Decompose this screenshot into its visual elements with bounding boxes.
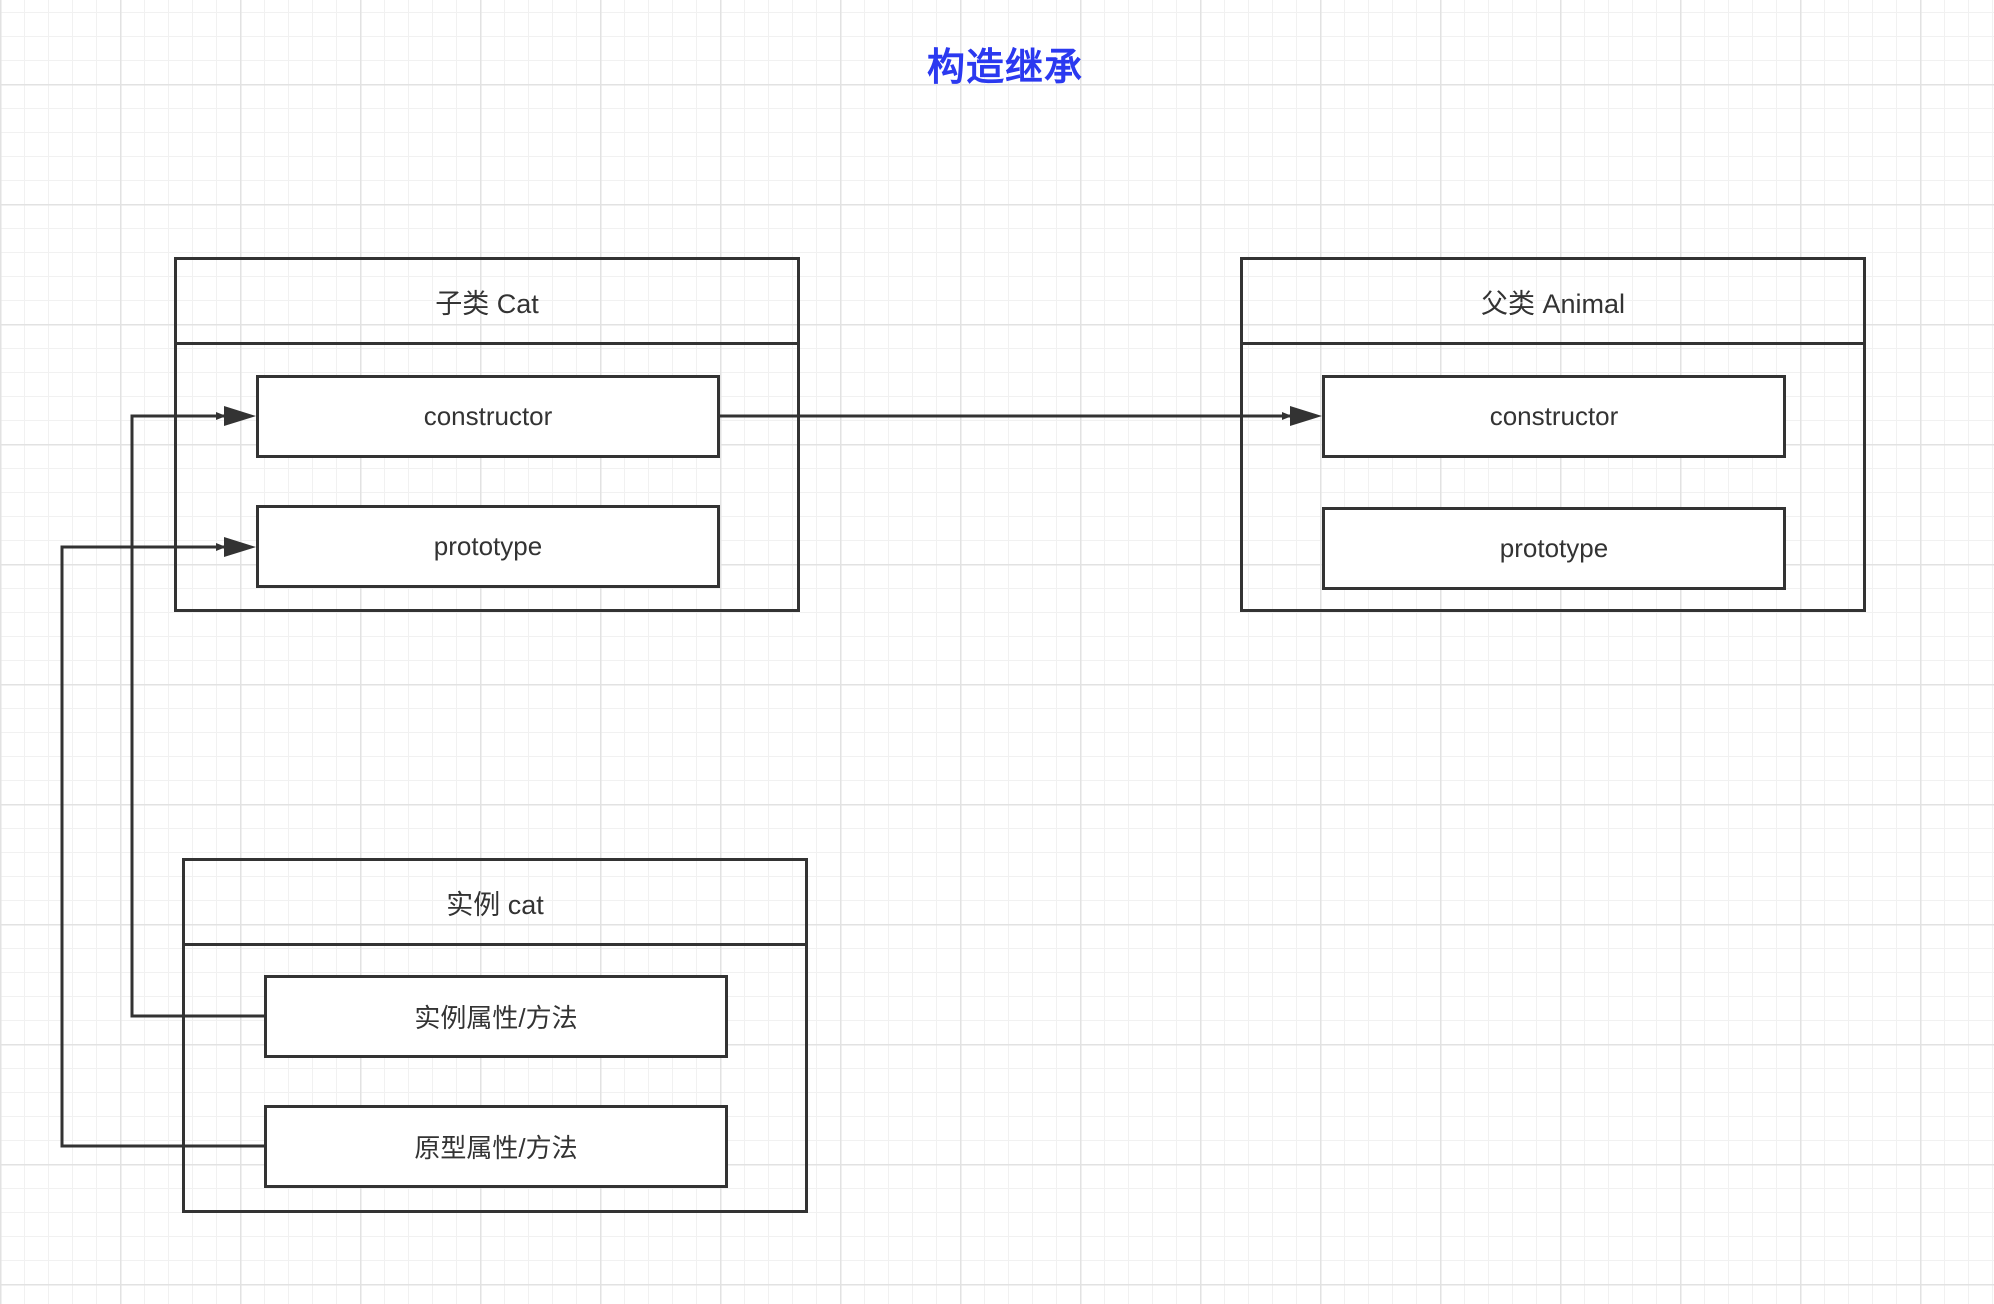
instance-props-to-constructor-arrow xyxy=(130,412,264,1018)
arrowhead-to-cat-constructor xyxy=(224,406,256,426)
connectors xyxy=(60,406,1322,1148)
arrowhead-to-cat-prototype xyxy=(224,537,256,557)
prototype-props-to-prototype-arrow xyxy=(60,543,264,1148)
arrowhead-to-animal-constructor xyxy=(1290,406,1322,426)
